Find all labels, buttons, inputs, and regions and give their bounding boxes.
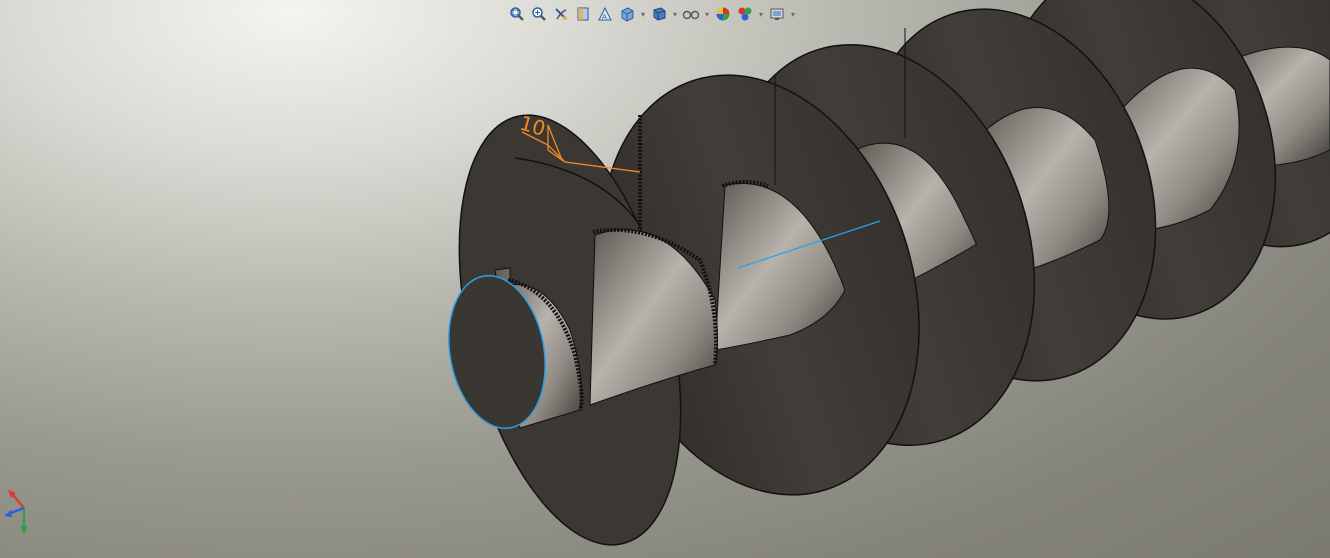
apply-scene-button[interactable] — [734, 3, 756, 25]
previous-view-icon — [555, 8, 567, 20]
reference-triad[interactable] — [2, 486, 42, 542]
section-view-button[interactable] — [572, 3, 594, 25]
section-view-icon — [577, 7, 589, 21]
zoom-to-area-icon — [532, 7, 546, 21]
dynamic-annotation-views-button[interactable]: A — [594, 3, 616, 25]
zoom-to-fit-button[interactable] — [506, 3, 528, 25]
heads-up-view-toolbar: A ▾ ▾ ▾ ▾ ▾ — [506, 2, 798, 26]
hide-show-items-dropdown[interactable]: ▾ — [702, 3, 712, 25]
zoom-to-area-button[interactable] — [528, 3, 550, 25]
display-style-button[interactable] — [648, 3, 670, 25]
edit-appearance-icon — [716, 7, 730, 21]
edit-appearance-button[interactable] — [712, 3, 734, 25]
triad-x-axis — [8, 490, 25, 509]
triad-z-axis — [4, 506, 25, 517]
display-style-icon — [653, 7, 666, 21]
model-view[interactable]: 10 — [0, 0, 1330, 558]
view-settings-icon — [770, 8, 784, 20]
dynamic-annotation-icon: A — [598, 6, 612, 21]
hide-show-items-button[interactable] — [680, 3, 702, 25]
zoom-to-fit-icon — [510, 7, 524, 21]
graphics-area[interactable]: 10 A ▾ ▾ ▾ ▾ ▾ — [0, 0, 1330, 558]
svg-text:A: A — [602, 13, 607, 21]
hide-show-items-icon — [682, 10, 700, 20]
display-style-dropdown[interactable]: ▾ — [670, 3, 680, 25]
view-orientation-icon — [621, 7, 634, 22]
view-settings-button[interactable] — [766, 3, 788, 25]
triad-y-axis — [20, 508, 28, 534]
apply-scene-icon — [738, 7, 752, 21]
view-orientation-button[interactable] — [616, 3, 638, 25]
apply-scene-dropdown[interactable]: ▾ — [756, 3, 766, 25]
previous-view-button[interactable] — [550, 3, 572, 25]
view-orientation-dropdown[interactable]: ▾ — [638, 3, 648, 25]
view-settings-dropdown[interactable]: ▾ — [788, 3, 798, 25]
